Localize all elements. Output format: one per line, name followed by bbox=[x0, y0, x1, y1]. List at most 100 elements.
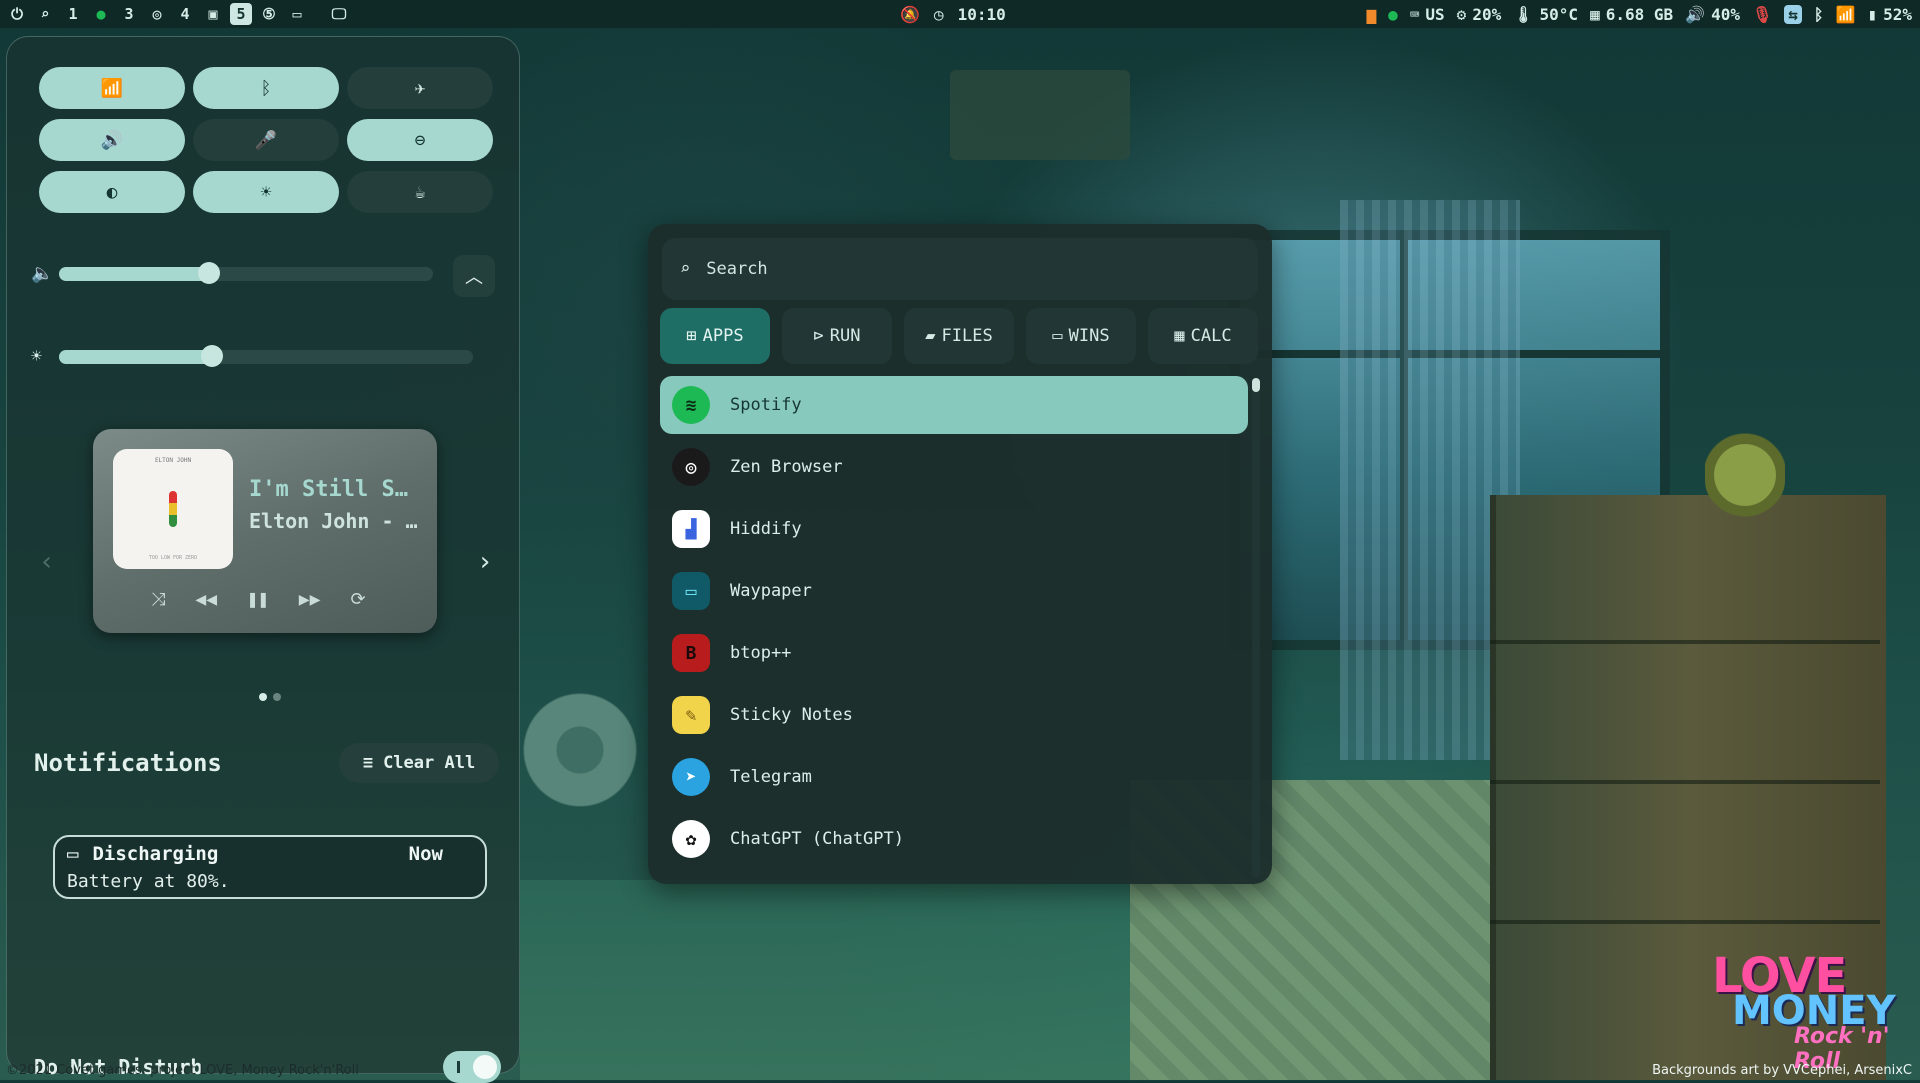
bluetooth-icon[interactable]: ᛒ bbox=[1814, 5, 1824, 24]
quick-settings-grid: 📶 ᛒ ✈ 🔊 🎤 ⊖ ◐ ☀ ☕ bbox=[39, 67, 493, 213]
keyboard-icon: ⌨ bbox=[1409, 4, 1420, 24]
monitor-icon[interactable]: 🖵 bbox=[328, 3, 350, 25]
media-next-page-icon[interactable]: › bbox=[477, 547, 493, 577]
app-list: ≋ Spotify ◎ Zen Browser ▟ Hiddify ▭ Waypaper Bbt… bbox=[660, 376, 1248, 872]
calculator-icon: ▦ bbox=[1174, 326, 1185, 346]
night-light-toggle[interactable]: ◐ bbox=[39, 171, 185, 213]
airplane-toggle[interactable]: ✈ bbox=[347, 67, 493, 109]
tab-wins[interactable]: ▭ WINS bbox=[1026, 308, 1136, 364]
fast-forward-icon[interactable]: ▶▶ bbox=[299, 589, 321, 610]
clear-all-label: Clear All bbox=[383, 753, 476, 773]
volume-slider-knob[interactable] bbox=[197, 261, 220, 284]
speaker-icon: 🔈 bbox=[31, 263, 54, 284]
rewind-icon[interactable]: ◀◀ bbox=[195, 589, 217, 610]
terminal-icon[interactable]: ▣ bbox=[202, 3, 224, 25]
clock-icon: ◷ bbox=[933, 4, 944, 24]
workspace-4[interactable]: 4 bbox=[174, 3, 196, 25]
app-list-scrollbar[interactable] bbox=[1252, 378, 1260, 878]
launcher-search-bar[interactable]: ⌕ bbox=[662, 238, 1258, 300]
hiddify-icon[interactable]: ⑤ bbox=[258, 3, 280, 25]
contrast-icon: ◐ bbox=[106, 181, 118, 203]
workspace-5[interactable]: 5 bbox=[230, 3, 252, 25]
workspace-1[interactable]: 1 bbox=[62, 3, 84, 25]
wallpaper-logo: LOVE MONEY Rock 'n' Roll bbox=[1712, 948, 1912, 1074]
app-item[interactable]: Bbtop++ bbox=[660, 624, 1248, 682]
brightness-toggle[interactable]: ☀ bbox=[193, 171, 339, 213]
bluetooth-toggle[interactable]: ᛒ bbox=[193, 67, 339, 109]
media-page-dots bbox=[259, 693, 281, 701]
volume-slider-row: 🔈 bbox=[31, 261, 433, 284]
scrollbar-thumb[interactable] bbox=[1252, 378, 1260, 392]
coffee-icon: ☕ bbox=[414, 181, 426, 203]
app-item[interactable]: ≋ Spotify bbox=[660, 376, 1248, 434]
window-icon: ▭ bbox=[1052, 326, 1063, 346]
shuffle-icon[interactable]: ⤨ bbox=[151, 589, 165, 610]
volume-slider[interactable] bbox=[59, 261, 433, 284]
keyboard-layout[interactable]: US bbox=[1425, 5, 1444, 24]
spotify-icon[interactable]: ● bbox=[90, 3, 112, 25]
brightness-slider[interactable] bbox=[59, 344, 473, 367]
repeat-icon[interactable]: ⟳ bbox=[350, 589, 365, 610]
zen-browser-icon[interactable]: ◎ bbox=[146, 3, 168, 25]
app-item[interactable]: ▭ Waypaper bbox=[660, 562, 1248, 620]
tab-run[interactable]: ⊳ RUN bbox=[782, 308, 892, 364]
microphone-icon: 🎤 bbox=[254, 129, 278, 151]
app-name: Waypaper bbox=[730, 581, 812, 601]
microphone-toggle[interactable]: 🎤 bbox=[193, 119, 339, 161]
media-page-dot[interactable] bbox=[273, 693, 281, 701]
tab-calc[interactable]: ▦ CALC bbox=[1148, 308, 1258, 364]
app-item[interactable]: ✎ Sticky Notes bbox=[660, 686, 1248, 744]
app-item[interactable]: ◎ Zen Browser bbox=[660, 438, 1248, 496]
tab-files[interactable]: ▰ FILES bbox=[904, 308, 1014, 364]
telegram-icon: ➤ bbox=[672, 758, 710, 796]
waypaper-icon: ▭ bbox=[672, 572, 710, 610]
dnd-toggle[interactable] bbox=[443, 1051, 501, 1083]
traffic-light-art bbox=[169, 491, 177, 527]
do-not-disturb-toggle[interactable]: ⊖ bbox=[347, 119, 493, 161]
window-icon[interactable]: ▭ bbox=[286, 3, 308, 25]
collapse-button[interactable]: ︿ bbox=[453, 255, 495, 297]
workspace-3[interactable]: 3 bbox=[118, 3, 140, 25]
pause-icon[interactable]: ❚❚ bbox=[247, 589, 269, 610]
zen-browser-icon: ◎ bbox=[672, 448, 710, 486]
mic-muted-icon[interactable]: 🎙 bbox=[1752, 5, 1772, 24]
volume-icon[interactable]: 🔊 bbox=[1685, 5, 1705, 24]
search-icon: ⌕ bbox=[680, 259, 691, 279]
top-bar: ⏻ ⌕ 1 ● 3 ◎ 4 ▣ 5 ⑤ ▭ 🖵 🔕 ◷ 10:10 ▆ ● ⌨ U… bbox=[0, 0, 1920, 28]
clock[interactable]: 10:10 bbox=[958, 5, 1006, 24]
app-launcher: ⌕ ⊞APPS⊳RUN▰FILES▭WINS▦CALC ≋Spotify◎Zen… bbox=[648, 224, 1272, 884]
tab-apps[interactable]: ⊞ APPS bbox=[660, 308, 770, 364]
wallpaper-copyright: ©2021 Covet games. project LOVE, Money R… bbox=[6, 1063, 359, 1078]
search-icon[interactable]: ⌕ bbox=[34, 3, 56, 25]
brightness-slider-row: ☀ bbox=[31, 344, 473, 367]
wifi-toggle[interactable]: 📶 bbox=[39, 67, 185, 109]
search-input[interactable] bbox=[704, 258, 1209, 280]
album-caption: ELTON JOHN bbox=[154, 457, 192, 464]
wallpaper-alarm-clock bbox=[1705, 420, 1785, 520]
brightness-slider-knob[interactable] bbox=[201, 344, 224, 367]
media-page-dot[interactable] bbox=[259, 693, 267, 701]
tray-app-icon[interactable]: ▆ bbox=[1366, 5, 1376, 24]
power-icon[interactable]: ⏻ bbox=[6, 3, 28, 25]
speaker-toggle[interactable]: 🔊 bbox=[39, 119, 185, 161]
tab-label: CALC bbox=[1190, 326, 1232, 346]
app-name: Zen Browser bbox=[730, 457, 843, 477]
app-item[interactable]: ➤ Telegram bbox=[660, 748, 1248, 806]
screen-share-icon[interactable]: ⇆ bbox=[1784, 4, 1802, 24]
app-item[interactable]: ▟ Hiddify bbox=[660, 500, 1248, 558]
thermometer-icon: 🌡 bbox=[1513, 4, 1534, 24]
memory-icon: ▦ bbox=[1590, 4, 1600, 24]
sticky-notes-icon: ✎ bbox=[672, 696, 710, 734]
spotify-tray-icon[interactable]: ● bbox=[1388, 5, 1398, 24]
notifications-muted-icon[interactable]: 🔕 bbox=[900, 5, 920, 24]
app-item[interactable]: ✿ ChatGPT (ChatGPT) bbox=[660, 810, 1248, 868]
btop-icon: B bbox=[672, 634, 710, 672]
media-prev-page-icon[interactable]: ‹ bbox=[39, 547, 55, 577]
tab-label: WINS bbox=[1068, 326, 1110, 346]
caffeine-toggle[interactable]: ☕ bbox=[347, 171, 493, 213]
clear-all-button[interactable]: ≡ Clear All bbox=[339, 743, 499, 783]
media-player-card: ELTON JOHN TOO LOW FOR ZERO I'm Still S…… bbox=[93, 429, 437, 633]
temperature: 50°C bbox=[1539, 4, 1579, 24]
notification-card[interactable]: ▭ Discharging Now Battery at 80%. bbox=[53, 835, 487, 899]
wifi-icon[interactable]: 📶 bbox=[1836, 5, 1856, 24]
